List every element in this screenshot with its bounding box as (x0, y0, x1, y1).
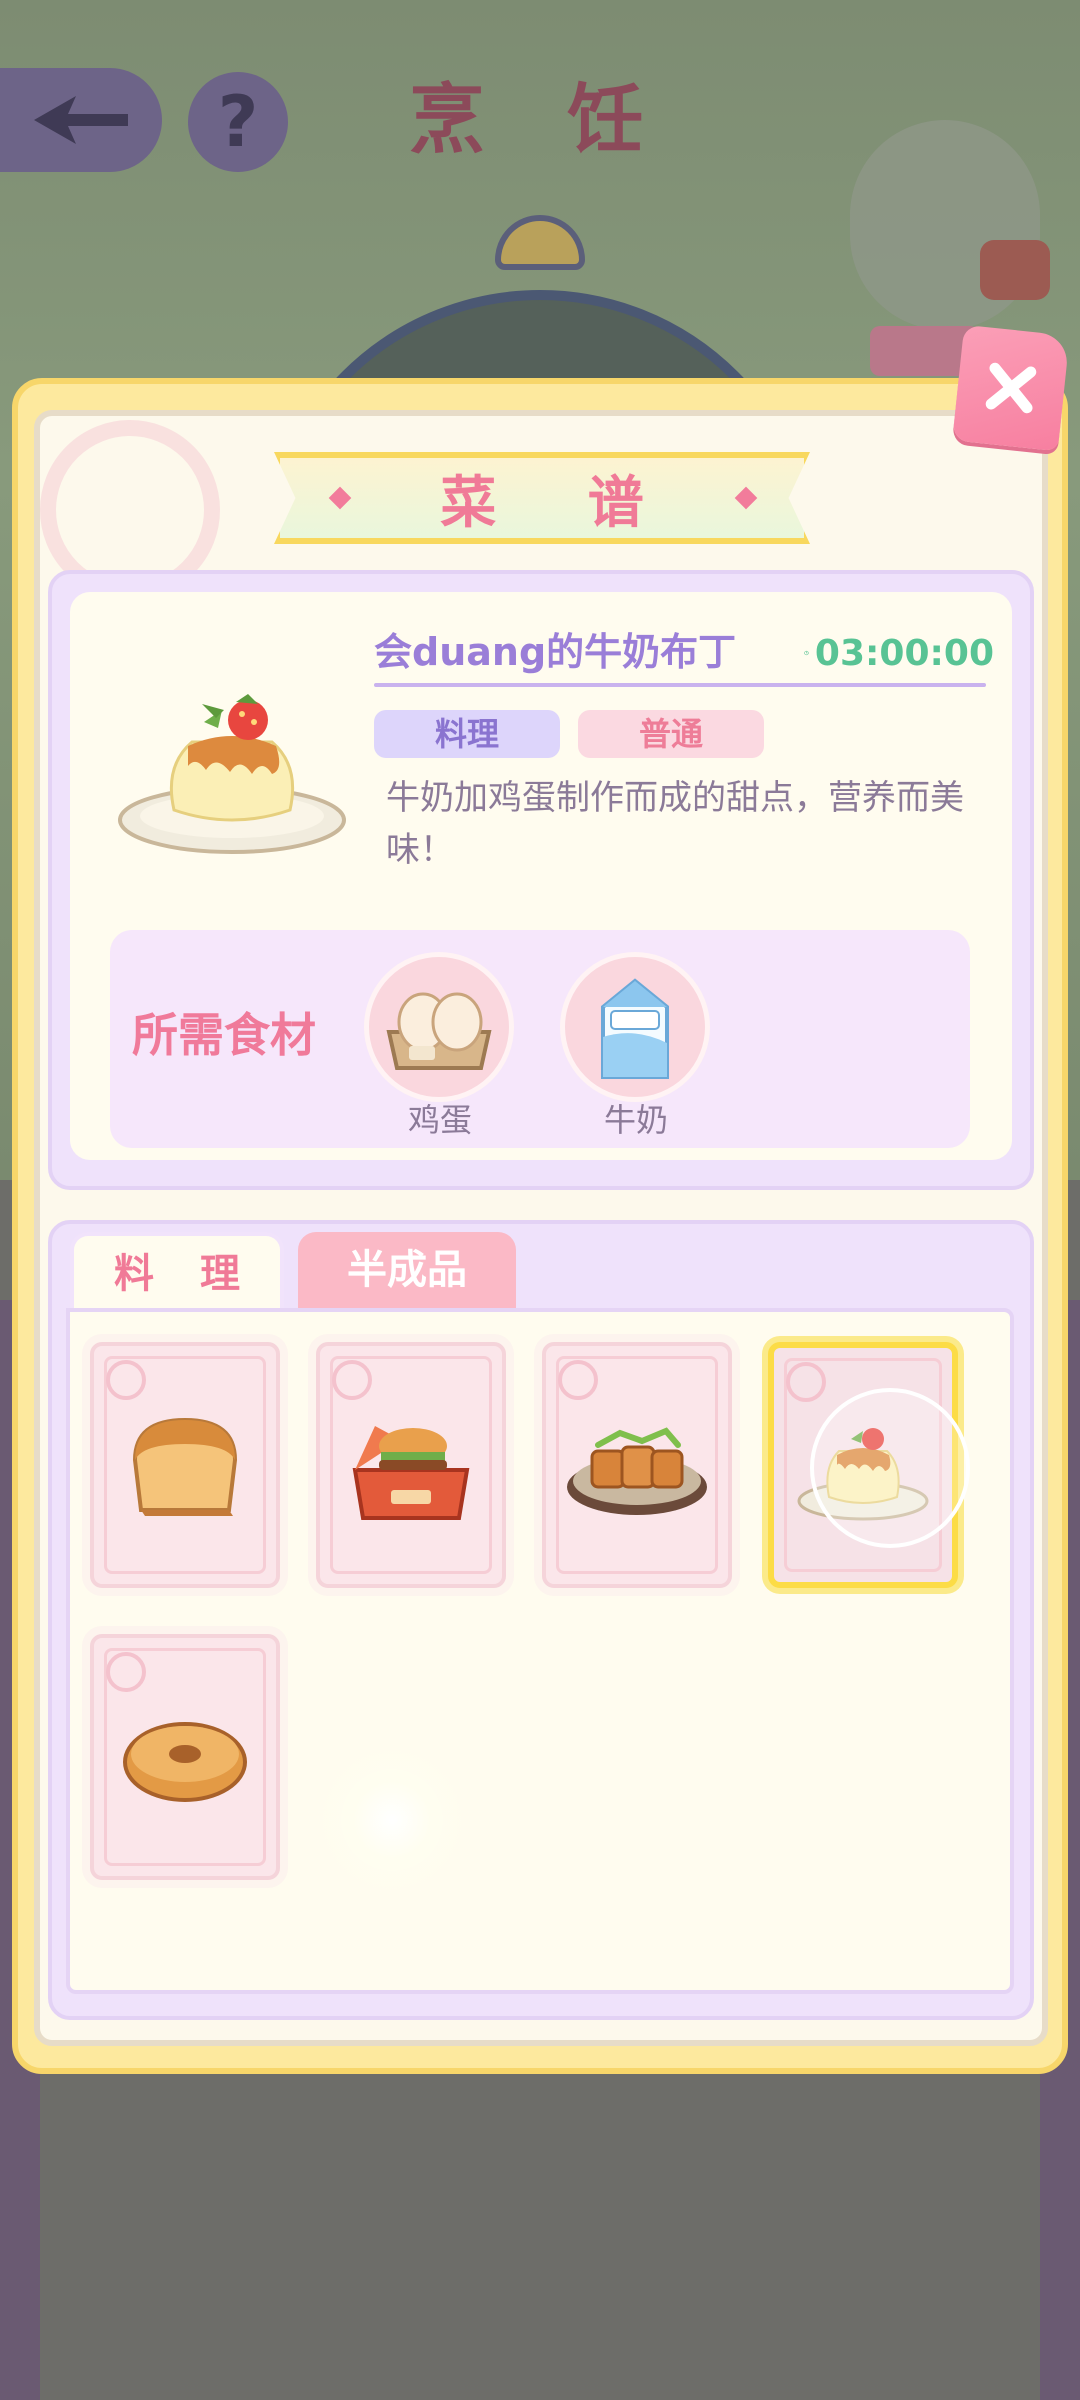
tab-semi-finished[interactable]: 半成品 (298, 1232, 516, 1308)
milk-carton-icon (601, 978, 669, 1079)
eggs-icon (386, 992, 492, 1070)
fork-spoon-badge-icon (106, 1652, 146, 1692)
ingredient-name: 鸡蛋 (407, 1101, 472, 1139)
ingredient-slot (560, 952, 710, 1102)
dish-type-tag: 料理 (374, 710, 560, 758)
tab-dishes[interactable]: 料 理 (70, 1232, 284, 1308)
recipe-card-burger[interactable] (316, 1342, 506, 1588)
fork-spoon-badge-icon (332, 1360, 372, 1400)
recipe-card-bread[interactable] (90, 1342, 280, 1588)
recipe-card-pudding[interactable] (768, 1342, 970, 1588)
help-button[interactable]: ? (188, 72, 288, 172)
dialog-title: 菜 谱 (440, 470, 680, 536)
question-mark-icon: ? (217, 81, 259, 163)
back-button[interactable] (0, 68, 162, 172)
ingredient-name: 牛奶 (603, 1101, 668, 1139)
dish-name-underline (374, 683, 986, 687)
back-arrow-icon (34, 96, 128, 144)
cook-timer: 03:00:00 (804, 625, 994, 681)
recipe-card-donut[interactable] (90, 1634, 280, 1880)
timer-value: 03:00:00 (814, 632, 994, 674)
recipe-card-pork-cutlet[interactable] (542, 1342, 732, 1588)
dish-description: 牛奶加鸡蛋制作而成的甜点，营养而美味！ (386, 778, 964, 870)
ingredient-item[interactable]: 鸡蛋 (360, 952, 520, 1142)
ingredient-item[interactable]: 牛奶 (556, 952, 716, 1142)
teapot-decoration (980, 240, 1050, 300)
sparkle-effect (312, 1740, 472, 1900)
close-button[interactable] (952, 324, 1070, 452)
ingredients-label: 所需食材 (132, 1008, 316, 1062)
fork-spoon-badge-icon (558, 1360, 598, 1400)
selection-ring (810, 1388, 970, 1548)
pudding-icon (118, 694, 346, 854)
clock-icon (804, 650, 809, 656)
ingredient-slot (364, 952, 514, 1102)
close-icon (985, 362, 1037, 414)
dish-rarity-tag: 普通 (578, 710, 764, 758)
dialog-title-ribbon: 菜 谱 (274, 452, 810, 544)
page-title: 烹 饪 (408, 75, 672, 164)
dish-name: 会duang的牛奶布丁 (374, 630, 737, 674)
fork-spoon-badge-icon (786, 1362, 826, 1402)
fork-spoon-badge-icon (106, 1360, 146, 1400)
